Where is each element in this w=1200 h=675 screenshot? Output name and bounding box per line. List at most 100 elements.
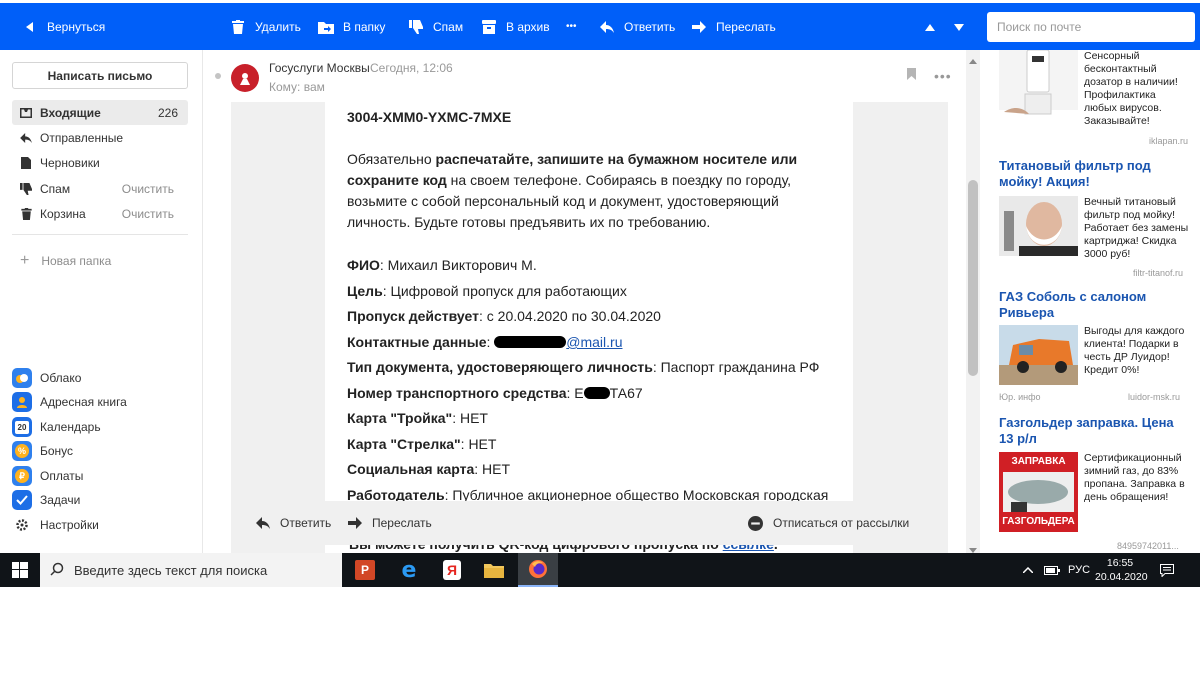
folder-inbox[interactable]: Входящие 226 [12,100,188,125]
plus-icon: + [20,252,30,269]
message-view: Госуслуги Москвы Сегодня, 12:06 Кому: ва… [204,50,981,553]
spam-button[interactable]: Спам [408,3,463,50]
settings-icon [12,515,32,535]
sender-avatar[interactable] [231,64,259,92]
folder-spam[interactable]: Спам Очистить [12,176,188,201]
start-button[interactable] [0,553,40,587]
ad-image [999,50,1078,115]
message-content: 3004-XMM0-YXMC-7MXE Обязательно распечат… [325,102,853,553]
ad-source: luidor-msk.ru [1128,392,1181,402]
tray-chevron[interactable] [1023,553,1033,587]
folder-trash[interactable]: Корзина Очистить [12,201,188,226]
ad-titanium-filter[interactable]: Титановый фильтр под мойку! Акция! Вечны… [999,158,1189,283]
service-payments[interactable]: ₽ Оплаты [12,465,83,487]
cloud-icon [12,368,32,388]
folder-sent[interactable]: Отправленные [12,125,188,150]
back-button[interactable]: Вернуться [22,3,105,50]
ad-title: Титановый фильтр под мойку! Акция! [999,158,1151,189]
scrollbar[interactable] [966,50,980,553]
message-action-bar: Ответить Переслать Отписаться от рассылк… [231,501,938,545]
instructions-paragraph: Обязательно распечатайте, запишите на бу… [347,151,798,230]
archive-button[interactable]: В архив [481,3,550,50]
ad-title: ГАЗ Соболь с салоном Ривьера [999,289,1147,320]
file-explorer-app[interactable] [474,553,514,587]
bookmark-icon[interactable] [907,68,916,83]
read-status-dot[interactable] [215,73,221,79]
folder-drafts[interactable]: Черновики [12,150,188,175]
bottom-reply-button[interactable]: Ответить [256,501,331,545]
archive-icon [481,19,497,35]
powerpoint-app[interactable]: P [345,553,385,587]
message-date: Сегодня, 12:06 [370,61,453,75]
notifications-button[interactable] [1160,553,1174,587]
previous-message-button[interactable] [925,3,935,50]
reply-button[interactable]: Ответить [599,3,675,50]
search-icon [50,562,64,579]
mail-app: Вернуться Удалить В папку Спам В архив •… [0,0,1200,553]
compose-button[interactable]: Написать письмо [12,62,188,89]
calendar-icon: 20 [12,417,32,437]
new-folder-button[interactable]: + Новая папка [20,252,111,270]
spam-icon [20,182,32,195]
ad-source: filtr-titanof.ru [1133,268,1184,278]
sender-name[interactable]: Госуслуги Москвы [269,61,370,75]
ad-text: Сенсорный бесконтактный дозатор в наличи… [1084,50,1178,127]
move-to-folder-button[interactable]: В папку [318,3,385,50]
taskbar-search[interactable]: Введите здесь текст для поиска [40,553,342,587]
firefox-app[interactable] [518,553,558,587]
email-link[interactable]: @mail.ru [566,334,622,350]
tasks-icon [12,490,32,510]
sidebar: Написать письмо Входящие 226 Отправленны… [0,50,203,553]
ad-title: Газгольдер заправка. Цена 13 р/л [999,415,1174,446]
windows-logo-icon [12,562,28,578]
folder-label: Спам [40,181,71,196]
edge-app[interactable]: e [389,553,429,587]
scroll-up-icon[interactable] [969,53,977,67]
service-calendar[interactable]: 20 Календарь [12,416,101,438]
contacts-icon [12,392,32,412]
search-input[interactable] [987,12,1195,42]
ad-gaz-sobol[interactable]: ГАЗ Соболь с салоном Ривьера Выгоды для … [999,289,1189,407]
ad-dispenser[interactable]: Сенсорный бесконтактный дозатор в наличи… [999,50,1189,150]
reply-icon [256,517,270,529]
ad-source: iklapan.ru [1149,136,1189,146]
clear-trash-link[interactable]: Очистить [122,207,174,221]
ad-source: 84959742011... [1117,541,1179,551]
chevron-up-icon [1023,567,1033,573]
folder-move-icon [318,19,334,35]
bottom-forward-button[interactable]: Переслать [348,501,432,545]
forward-button[interactable]: Переслать [691,3,776,50]
payments-icon: ₽ [12,466,32,486]
clock[interactable]: 16:55 20.04.2020 [1095,556,1148,584]
recipient: Кому: вам [269,80,325,94]
divider [12,234,188,235]
field-vehicle-number: Номер транспортного средства: Е ТА67 [347,385,643,401]
delete-button[interactable]: Удалить [230,3,301,50]
inbox-icon [20,107,32,119]
scrollbar-thumb[interactable] [968,180,978,376]
yandex-icon: Я [443,560,461,580]
clear-spam-link[interactable]: Очистить [122,182,174,196]
windows-taskbar: Введите здесь текст для поиска P e Я РУС… [0,553,1200,587]
ad-gas-holder[interactable]: Газгольдер заправка. Цена 13 р/л ЗАПРАВК… [999,415,1189,553]
service-tasks[interactable]: Задачи [12,489,80,511]
folder-label: Черновики [40,155,100,170]
field-id-document: Тип документа, удостоверяющего личность:… [347,359,820,375]
unsubscribe-button[interactable]: Отписаться от рассылки [748,501,909,545]
language-indicator[interactable]: РУС [1068,553,1090,587]
next-message-button[interactable] [954,3,964,50]
folder-label: Входящие [40,105,101,120]
field-contacts: Контактные данные: @mail.ru [347,334,623,350]
forward-icon [691,19,707,35]
yandex-browser-app[interactable]: Я [432,553,472,587]
field-purpose: Цель: Цифровой пропуск для работающих [347,283,627,299]
more-actions-button[interactable]: ••• [566,3,577,50]
service-settings[interactable]: Настройки [12,514,99,536]
scroll-down-icon[interactable] [969,542,977,553]
ad-legal-info[interactable]: Юр. инфо [999,392,1041,402]
message-more-icon[interactable]: ••• [934,68,952,84]
service-bonus[interactable]: % Бонус [12,440,73,462]
service-contacts[interactable]: Адресная книга [12,391,127,413]
tray-battery[interactable] [1044,553,1060,587]
service-cloud[interactable]: Облако [12,367,81,389]
